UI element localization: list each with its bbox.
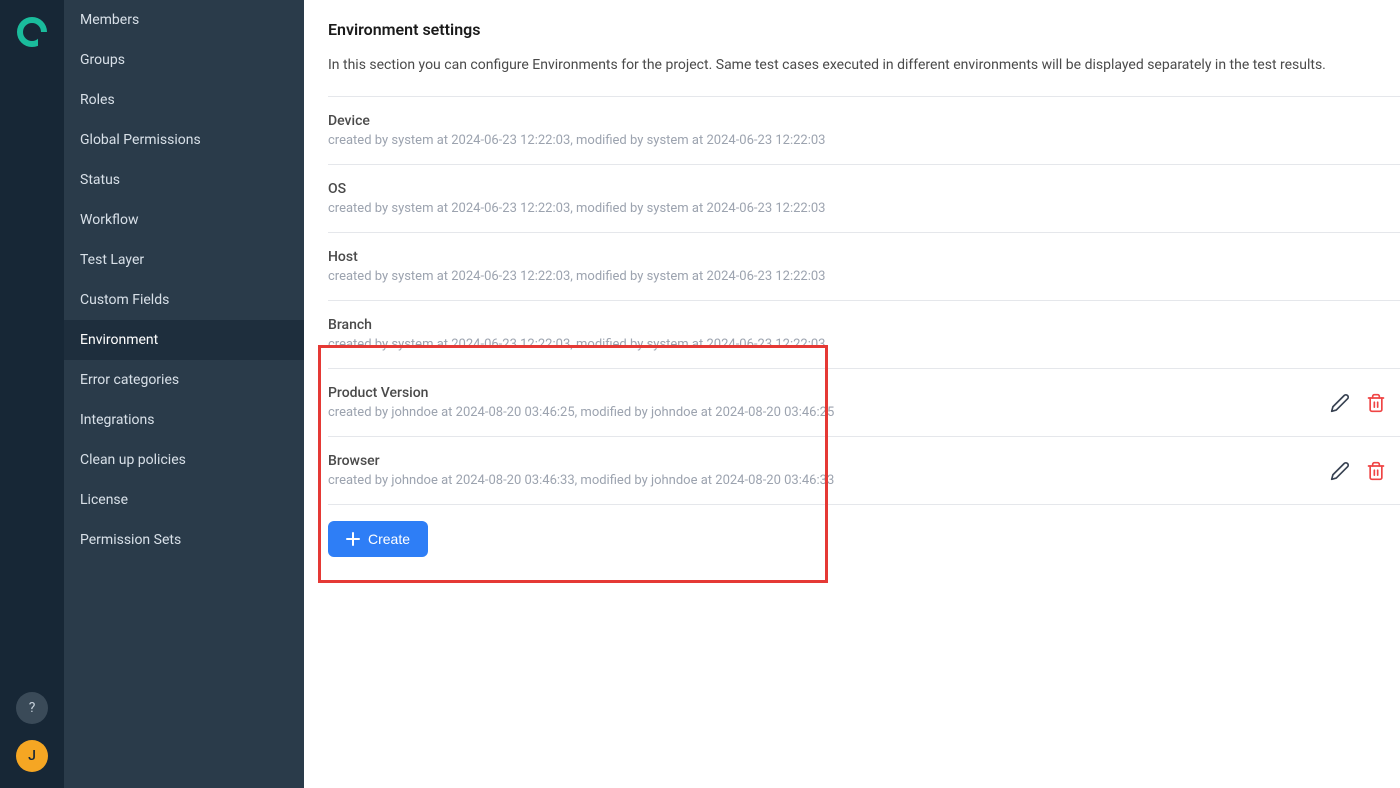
environment-item-content: Host created by system at 2024-06-23 12:2…	[328, 249, 1400, 284]
environment-item-content: Device created by system at 2024-06-23 12…	[328, 113, 1400, 148]
help-button[interactable]: ?	[16, 692, 48, 724]
environment-item-content: Product Version created by johndoe at 202…	[328, 385, 1328, 420]
environment-name: OS	[328, 181, 1400, 197]
trash-icon	[1366, 393, 1386, 413]
environment-meta: created by system at 2024-06-23 12:22:03…	[328, 201, 1400, 216]
sidebar-item-label: Groups	[80, 52, 125, 68]
sidebar-item-label: Error categories	[80, 372, 179, 388]
environment-meta: created by johndoe at 2024-08-20 03:46:2…	[328, 405, 1328, 420]
sidebar-item-label: Integrations	[80, 412, 154, 428]
icon-rail-bottom: ? J	[16, 692, 48, 772]
sidebar-item-label: Workflow	[80, 212, 139, 228]
environment-item[interactable]: OS created by system at 2024-06-23 12:22:…	[328, 165, 1400, 233]
page-title: Environment settings	[328, 20, 1400, 39]
sidebar: Members Groups Roles Global Permissions Stat…	[64, 0, 304, 788]
environment-meta: created by system at 2024-06-23 12:22:03…	[328, 269, 1400, 284]
environment-item[interactable]: Branch created by system at 2024-06-23 12…	[328, 301, 1400, 369]
environment-item-content: Browser created by johndoe at 2024-08-20 …	[328, 453, 1328, 488]
sidebar-item-global-permissions[interactable]: Global Permissions	[64, 120, 304, 160]
plus-icon	[346, 532, 360, 546]
environment-item[interactable]: Device created by system at 2024-06-23 12…	[328, 97, 1400, 165]
environment-name: Branch	[328, 317, 1400, 333]
environment-name: Product Version	[328, 385, 1328, 401]
environment-actions	[1328, 459, 1400, 483]
environment-meta: created by system at 2024-06-23 12:22:03…	[328, 337, 1400, 352]
environment-name: Host	[328, 249, 1400, 265]
trash-icon	[1366, 461, 1386, 481]
sidebar-item-label: Status	[80, 172, 120, 188]
sidebar-item-label: License	[80, 492, 128, 508]
sidebar-item-label: Custom Fields	[80, 292, 169, 308]
sidebar-item-label: Clean up policies	[80, 452, 186, 468]
sidebar-item-permission-sets[interactable]: Permission Sets	[64, 520, 304, 560]
avatar-initial: J	[28, 748, 36, 764]
environment-item-content: OS created by system at 2024-06-23 12:22:…	[328, 181, 1400, 216]
sidebar-item-clean-up-policies[interactable]: Clean up policies	[64, 440, 304, 480]
edit-button[interactable]	[1328, 459, 1352, 483]
sidebar-item-custom-fields[interactable]: Custom Fields	[64, 280, 304, 320]
icon-rail-top	[16, 16, 48, 692]
sidebar-item-environment[interactable]: Environment	[64, 320, 304, 360]
environment-actions	[1328, 391, 1400, 415]
pencil-icon	[1330, 461, 1350, 481]
sidebar-item-status[interactable]: Status	[64, 160, 304, 200]
sidebar-item-label: Global Permissions	[80, 132, 201, 148]
environment-item-content: Branch created by system at 2024-06-23 12…	[328, 317, 1400, 352]
environment-item[interactable]: Product Version created by johndoe at 202…	[328, 369, 1400, 437]
edit-button[interactable]	[1328, 391, 1352, 415]
environment-name: Browser	[328, 453, 1328, 469]
sidebar-item-license[interactable]: License	[64, 480, 304, 520]
sidebar-item-error-categories[interactable]: Error categories	[64, 360, 304, 400]
sidebar-item-groups[interactable]: Groups	[64, 40, 304, 80]
environment-item[interactable]: Host created by system at 2024-06-23 12:2…	[328, 233, 1400, 301]
app-logo[interactable]	[16, 16, 48, 48]
environment-meta: created by system at 2024-06-23 12:22:03…	[328, 133, 1400, 148]
main-inner: Environment settings In this section you…	[328, 20, 1400, 557]
user-avatar[interactable]: J	[16, 740, 48, 772]
sidebar-item-members[interactable]: Members	[64, 0, 304, 40]
sidebar-item-label: Members	[80, 12, 139, 28]
sidebar-item-integrations[interactable]: Integrations	[64, 400, 304, 440]
delete-button[interactable]	[1364, 391, 1388, 415]
sidebar-item-label: Environment	[80, 332, 158, 348]
help-icon: ?	[29, 700, 36, 716]
sidebar-item-test-layer[interactable]: Test Layer	[64, 240, 304, 280]
environment-list: Device created by system at 2024-06-23 12…	[328, 96, 1400, 505]
create-button[interactable]: Create	[328, 521, 428, 557]
environment-name: Device	[328, 113, 1400, 129]
sidebar-item-label: Test Layer	[80, 252, 144, 268]
sidebar-item-label: Permission Sets	[80, 532, 181, 548]
create-button-label: Create	[368, 531, 410, 547]
pencil-icon	[1330, 393, 1350, 413]
delete-button[interactable]	[1364, 459, 1388, 483]
sidebar-item-label: Roles	[80, 92, 115, 108]
environment-item[interactable]: Browser created by johndoe at 2024-08-20 …	[328, 437, 1400, 505]
page-description: In this section you can configure Enviro…	[328, 55, 1400, 76]
main-content: Environment settings In this section you…	[304, 0, 1400, 788]
sidebar-item-roles[interactable]: Roles	[64, 80, 304, 120]
sidebar-item-workflow[interactable]: Workflow	[64, 200, 304, 240]
icon-rail: ? J	[0, 0, 64, 788]
environment-meta: created by johndoe at 2024-08-20 03:46:3…	[328, 473, 1328, 488]
